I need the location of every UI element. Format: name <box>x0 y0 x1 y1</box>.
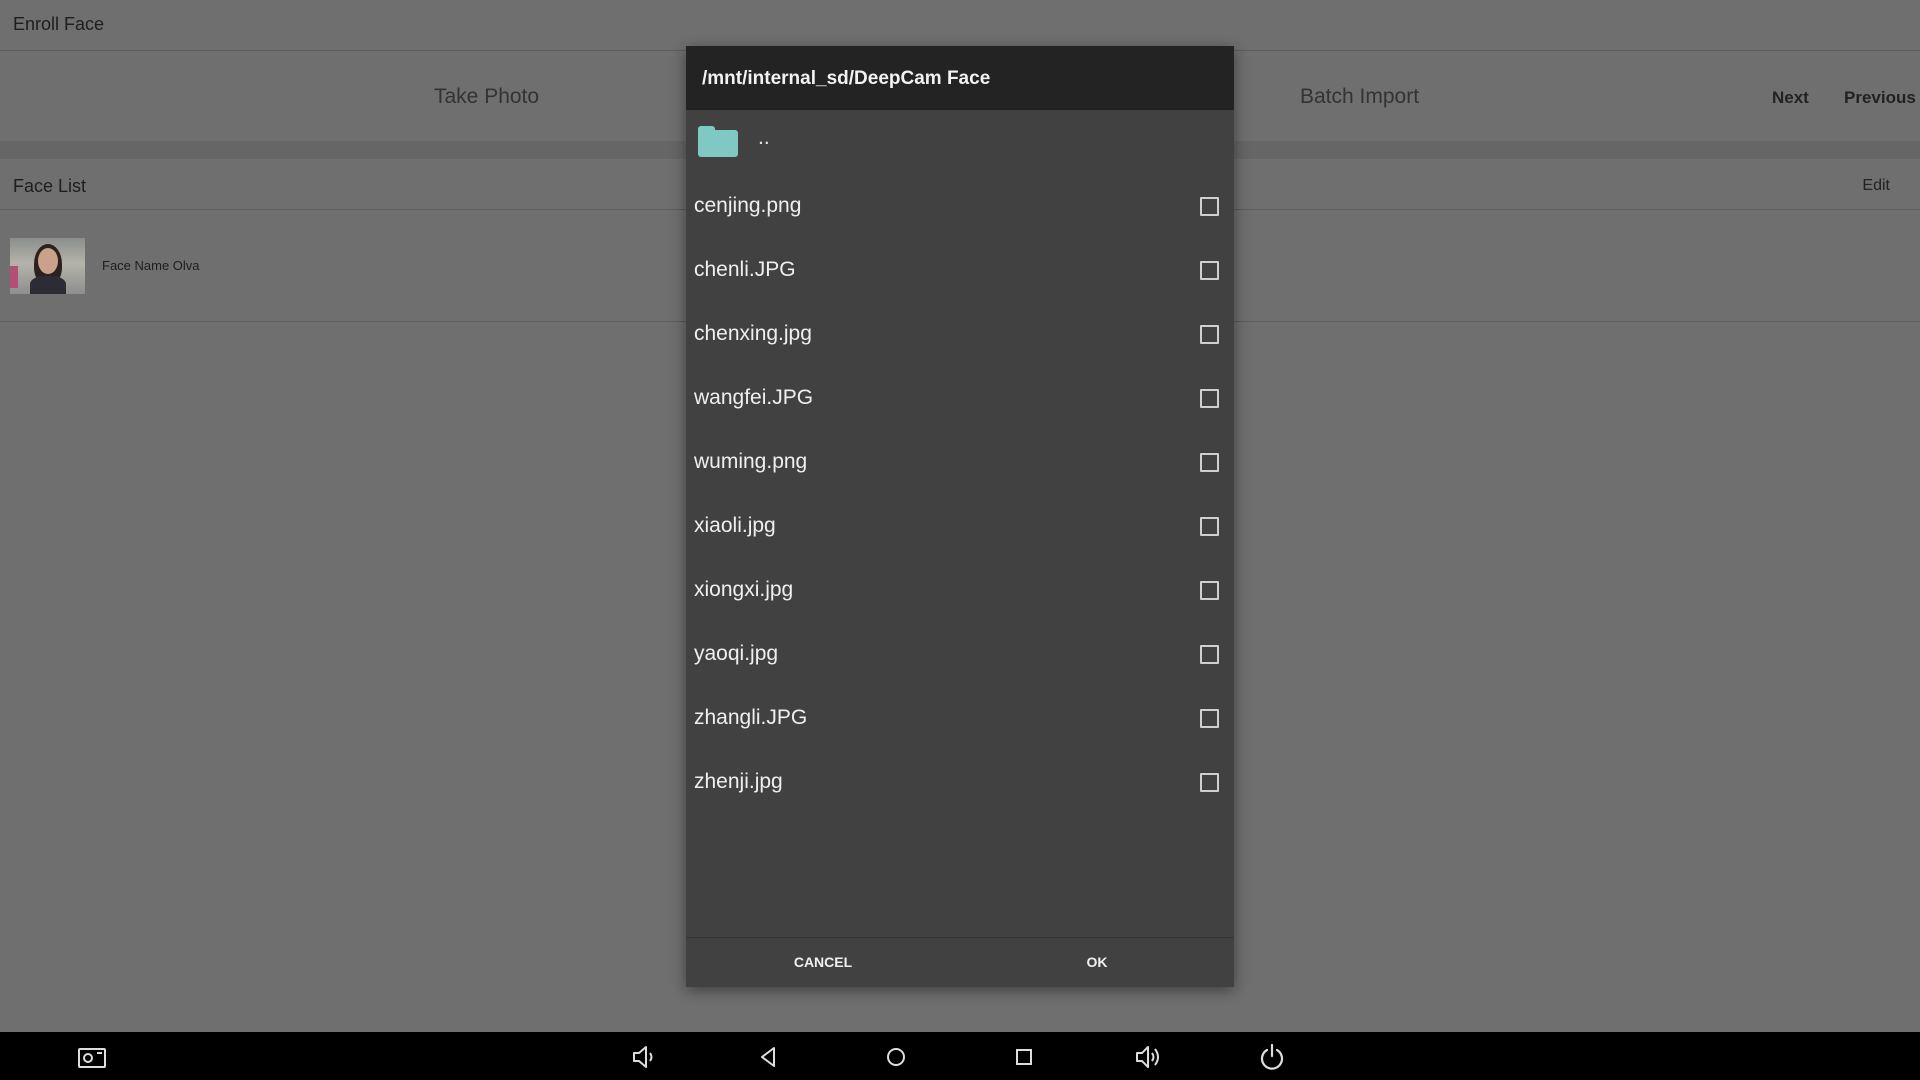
file-name: wuming.png <box>694 450 808 473</box>
file-row[interactable]: chenxing.jpg <box>686 302 1234 366</box>
file-name: chenxing.jpg <box>694 322 812 345</box>
file-name: chenli.JPG <box>694 258 796 281</box>
file-row[interactable]: wangfei.JPG <box>686 366 1234 430</box>
cancel-button[interactable]: CANCEL <box>686 938 960 987</box>
file-row[interactable]: zhangli.JPG <box>686 686 1234 750</box>
file-name: xiaoli.jpg <box>694 514 776 537</box>
file-checkbox[interactable] <box>1200 325 1219 344</box>
face-thumbnail[interactable] <box>10 238 85 294</box>
app-title: Enroll Face <box>13 14 105 34</box>
screenshot-icon[interactable] <box>77 1042 107 1072</box>
folder-icon <box>698 126 738 157</box>
batch-import-tab[interactable]: Batch Import <box>1300 85 1419 109</box>
home-icon[interactable] <box>881 1042 911 1072</box>
file-picker-dialog: /mnt/internal_sd/DeepCam Face .. cenjing… <box>686 46 1234 987</box>
back-icon[interactable] <box>753 1042 783 1072</box>
file-checkbox[interactable] <box>1200 517 1219 536</box>
dialog-footer: CANCEL OK <box>686 937 1234 987</box>
file-name: zhangli.JPG <box>694 706 808 729</box>
next-button[interactable]: Next <box>1772 88 1809 108</box>
file-name: yaoqi.jpg <box>694 642 779 665</box>
file-row[interactable]: wuming.png <box>686 430 1234 494</box>
dialog-header: /mnt/internal_sd/DeepCam Face <box>686 46 1234 110</box>
parent-directory-row[interactable]: .. <box>686 110 1234 174</box>
recents-icon[interactable] <box>1009 1042 1039 1072</box>
file-checkbox[interactable] <box>1200 197 1219 216</box>
edit-button[interactable]: Edit <box>1862 177 1890 195</box>
file-list: cenjing.png chenli.JPG chenxing.jpg wang… <box>686 174 1234 814</box>
volume-up-icon[interactable] <box>1133 1042 1163 1072</box>
file-checkbox[interactable] <box>1200 453 1219 472</box>
file-checkbox[interactable] <box>1200 389 1219 408</box>
file-row[interactable]: zhenji.jpg <box>686 750 1234 814</box>
volume-down-icon[interactable] <box>629 1042 659 1072</box>
file-name: cenjing.png <box>694 194 802 217</box>
face-list-title: Face List <box>13 176 87 196</box>
file-name: xiongxi.jpg <box>694 578 794 601</box>
power-icon[interactable] <box>1257 1042 1287 1072</box>
parent-directory-label: .. <box>758 126 770 149</box>
system-navigation-bar <box>0 1032 1920 1080</box>
file-name: zhenji.jpg <box>694 770 783 793</box>
file-name: wangfei.JPG <box>694 386 814 409</box>
file-row[interactable]: xiongxi.jpg <box>686 558 1234 622</box>
take-photo-tab[interactable]: Take Photo <box>434 85 539 109</box>
file-checkbox[interactable] <box>1200 645 1219 664</box>
file-row[interactable]: xiaoli.jpg <box>686 494 1234 558</box>
previous-button[interactable]: Previous <box>1844 88 1916 108</box>
current-path: /mnt/internal_sd/DeepCam Face <box>702 68 991 89</box>
file-checkbox[interactable] <box>1200 709 1219 728</box>
file-checkbox[interactable] <box>1200 581 1219 600</box>
face-name-label: Face Name Olva <box>102 258 200 273</box>
file-row[interactable]: cenjing.png <box>686 174 1234 238</box>
file-row[interactable]: chenli.JPG <box>686 238 1234 302</box>
file-checkbox[interactable] <box>1200 773 1219 792</box>
ok-button[interactable]: OK <box>960 938 1234 987</box>
file-checkbox[interactable] <box>1200 261 1219 280</box>
file-row[interactable]: yaoqi.jpg <box>686 622 1234 686</box>
